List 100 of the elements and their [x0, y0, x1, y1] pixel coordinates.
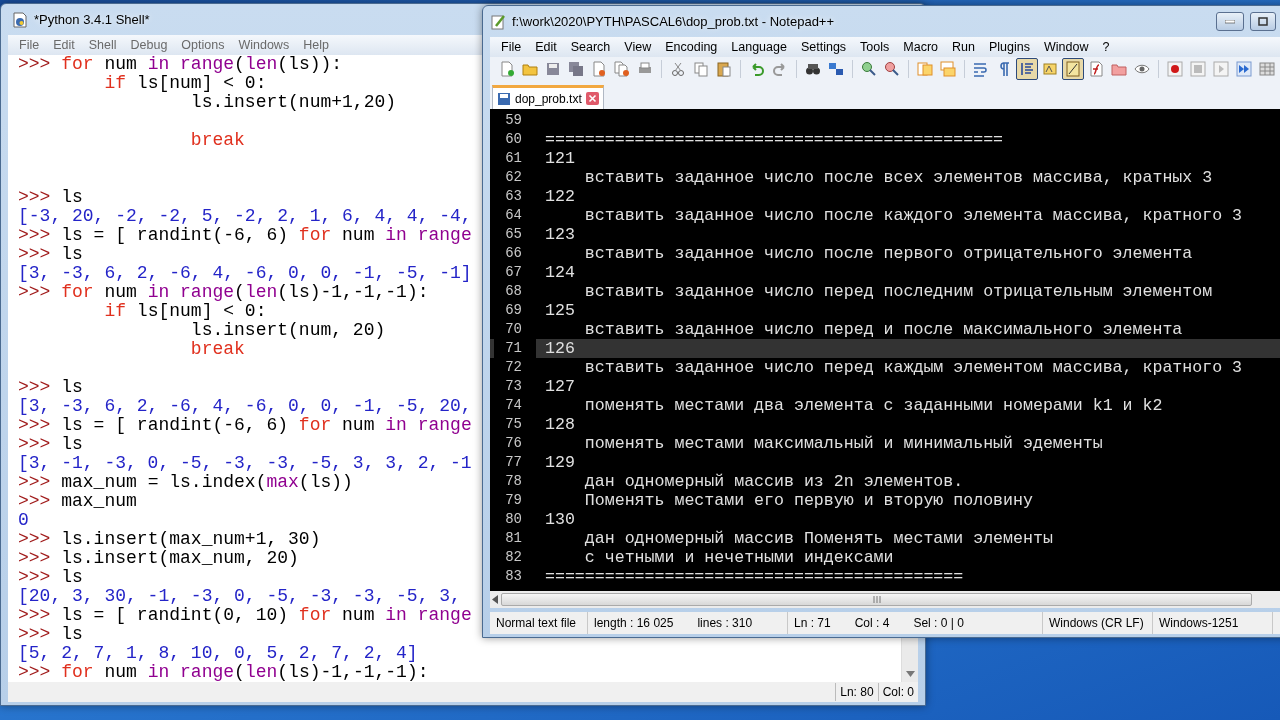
file-tab[interactable]: dop_prob.txt	[492, 85, 604, 109]
text-line: 125	[544, 301, 575, 320]
menu-item[interactable]: Macro	[896, 40, 946, 54]
record-icon	[1167, 61, 1183, 77]
folder-icon	[522, 61, 538, 77]
menu-item[interactable]: Encoding	[658, 40, 725, 54]
code-line: >>> max_num = ls.index(max(ls))	[17, 473, 354, 492]
scissors-icon	[670, 61, 686, 77]
menu-item[interactable]: Run	[945, 40, 982, 54]
code-line: >>> ls	[17, 245, 84, 264]
language-icon	[1042, 61, 1058, 77]
text-line: 124	[544, 263, 575, 282]
text-line: 128	[544, 415, 575, 434]
text-line: поменять местами максимальный и минимальный эдементы	[583, 434, 1103, 453]
code-line: ls.insert(num, 20)	[189, 321, 387, 340]
text-line: 127	[544, 377, 575, 396]
code-line: break	[189, 131, 246, 150]
menu-item[interactable]: File	[12, 38, 47, 52]
text-line: поменять местами два элемента с заданными номерами k1 и k2	[583, 396, 1163, 415]
menu-item[interactable]: ?	[1095, 40, 1117, 54]
menu-item[interactable]: View	[617, 40, 659, 54]
wrap-icon	[973, 61, 989, 77]
menu-item[interactable]: Options	[174, 38, 232, 52]
code-line: [3, -1, -3, 0, -5, -3, -3, -5, 3, 3, 2, -1	[17, 454, 473, 473]
status-text: Col: 0	[877, 683, 918, 701]
maximize-icon	[1258, 17, 1268, 26]
menu-item[interactable]: Windows	[231, 38, 297, 52]
menu-item[interactable]: Plugins	[981, 40, 1037, 54]
toolbar-button[interactable]	[1016, 58, 1038, 80]
menu-item[interactable]: Tools	[853, 40, 897, 54]
menu-item[interactable]: Help	[296, 38, 336, 52]
menu-item[interactable]: Edit	[46, 38, 82, 52]
code-line: >>> for num in range(len(ls)-1,-1,-1):	[17, 283, 430, 302]
menu-item[interactable]: Window	[1036, 40, 1096, 54]
code-line: break	[189, 340, 246, 359]
text-line: 129	[544, 453, 575, 472]
function-list-icon	[1088, 61, 1104, 77]
document-map-icon	[1065, 61, 1081, 77]
text-line: 122	[544, 187, 575, 206]
code-line: [-3, 20, -2, -2, 5, -2, 2, 1, 6, 4, 4, -4,	[17, 207, 473, 226]
code-line: >>> ls.insert(max_num+1, 30)	[17, 530, 322, 549]
text-line: с четными и нечетными индексами	[583, 548, 894, 567]
grid-icon	[1259, 61, 1275, 77]
code-line: [3, -3, 6, 2, -6, 4, -6, 0, 0, -1, -5, 20,	[17, 397, 473, 416]
code-line: ls.insert(num+1,20)	[189, 93, 398, 112]
text-line: Поменять местами его первую и вторую половину	[583, 491, 1033, 510]
status-text: lines : 310	[697, 616, 753, 630]
text-editor[interactable]	[490, 109, 1280, 591]
status-text: Ln : 71	[794, 616, 831, 630]
folder-icon	[1111, 61, 1127, 77]
code-line: if ls[num] < 0:	[103, 74, 268, 93]
scrollbar-thumb[interactable]	[501, 593, 1252, 606]
code-line: >>> ls = [ randint(-6, 6) for num in range	[17, 226, 473, 245]
status-text: length : 16 025	[594, 616, 674, 630]
close-icon[interactable]	[585, 92, 599, 105]
text-line: вставить заданное число после первого отрицательного элемента	[583, 244, 1193, 263]
menu-item[interactable]: Shell	[81, 38, 124, 52]
redo-icon	[772, 61, 788, 77]
menu-item[interactable]: Search	[563, 40, 618, 54]
horizontal-scrollbar[interactable]	[490, 591, 1280, 608]
zoom-out-icon	[884, 61, 900, 77]
code-line: >>> ls	[17, 568, 84, 587]
menu-item[interactable]: Language	[724, 40, 794, 54]
status-text: Col : 4	[854, 616, 890, 630]
fast-forward-icon	[1236, 61, 1252, 77]
toolbar-button[interactable]	[1164, 58, 1186, 80]
sync-scroll-icon	[940, 61, 956, 77]
line-number: 71	[494, 339, 536, 358]
close-file-icon	[591, 61, 607, 77]
status-text: Windows (CR LF)	[1049, 616, 1144, 630]
disks-icon	[568, 61, 584, 77]
text-line: 126	[544, 339, 575, 358]
text-line: ==============================================	[544, 130, 1004, 149]
status-text: Normal text file	[496, 616, 577, 630]
code-line: [5, 2, 7, 1, 8, 10, 0, 5, 2, 7, 2, 4]	[17, 644, 419, 663]
menu-item[interactable]: Debug	[123, 38, 175, 52]
code-line: 0	[17, 511, 30, 530]
left-arrow-icon[interactable]	[492, 595, 498, 604]
new-page-icon	[499, 61, 515, 77]
code-line: [20, 3, 30, -1, -3, 0, -5, -3, -3, -5, 3,	[17, 587, 462, 606]
window-title: f:\work\2020\PYTH\PASCAL6\dop_prob.txt - Notepad++	[512, 14, 835, 29]
menu-item[interactable]: File	[494, 40, 529, 54]
text-line: 123	[544, 225, 575, 244]
minimize-button[interactable]	[1216, 12, 1244, 31]
menu-item[interactable]: Edit	[528, 40, 564, 54]
text-line: вставить заданное число перед каждым элементом массива, кратного 3	[583, 358, 1243, 377]
toolbar-button[interactable]	[1062, 58, 1084, 80]
down-arrow-icon[interactable]	[905, 671, 915, 677]
text-line: вставить заданное число перед и после максимального элемента	[583, 320, 1183, 339]
code-line: >>> ls	[17, 435, 84, 454]
stop-icon	[1190, 61, 1206, 77]
code-line: >>> ls	[17, 625, 84, 644]
code-line: if ls[num] < 0:	[103, 302, 268, 321]
code-line: >>> for num in range(len(ls)):	[17, 55, 344, 74]
menu-item[interactable]: Settings	[793, 40, 854, 54]
binoculars-icon	[805, 61, 821, 77]
maximize-button[interactable]	[1250, 12, 1276, 31]
code-line: [3, -3, 6, 2, -6, 4, -6, 0, 0, -1, -5, -1]	[17, 264, 473, 283]
code-line: >>> max_num	[17, 492, 138, 511]
text-line: ==========================================	[544, 567, 964, 586]
